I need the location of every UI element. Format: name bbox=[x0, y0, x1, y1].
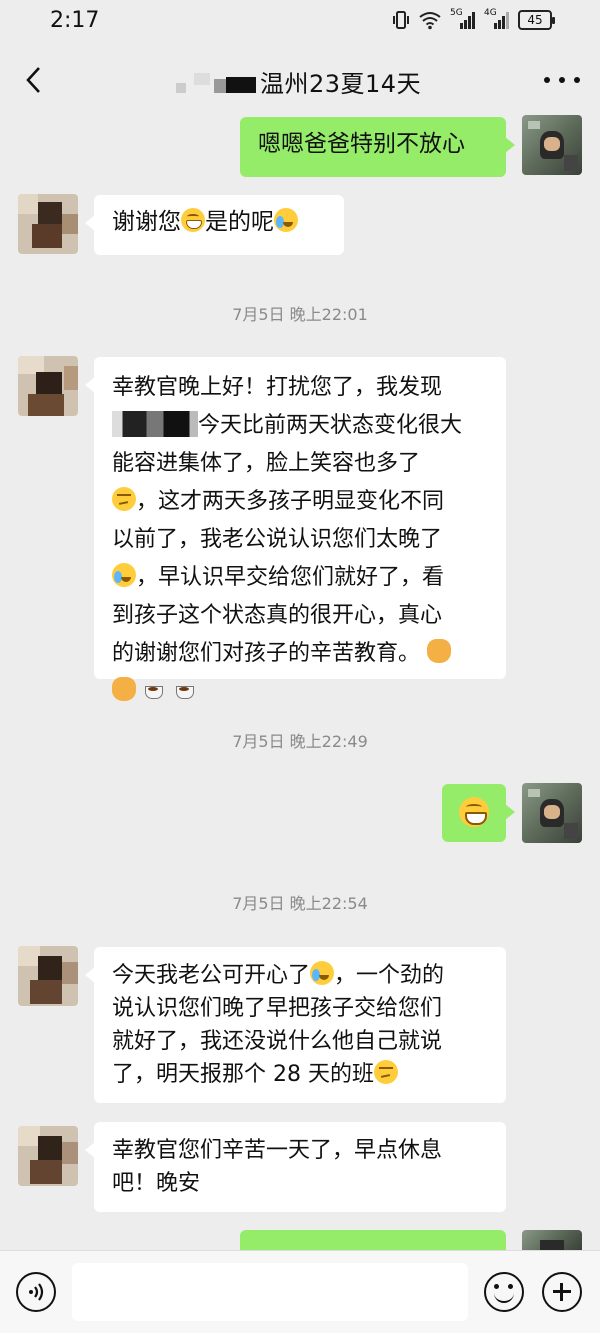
status-bar: 2:17 5G 4G 45 bbox=[0, 0, 600, 44]
message-line: 今天比前两天状态变化很大 bbox=[198, 413, 463, 438]
chat-header: 温州23夏14天 bbox=[0, 46, 600, 114]
contact-avatar[interactable] bbox=[18, 356, 78, 416]
message-bubble-theirs[interactable]: 今天我老公可开心了 ，一个劲的 说认识您们晚了早把孩子交给您们 就好了，我还没说什… bbox=[85, 947, 506, 1103]
message-line: 能容进集体了，脸上笑容也多了 bbox=[112, 451, 421, 476]
cry-emoji-icon bbox=[310, 961, 335, 985]
my-avatar[interactable] bbox=[522, 115, 582, 175]
handshake-emoji-icon bbox=[112, 677, 136, 701]
input-bar bbox=[0, 1250, 600, 1333]
message-line: 到孩子这个状态真的很开心，真心 bbox=[112, 603, 443, 628]
contact-avatar[interactable] bbox=[18, 946, 78, 1006]
handshake-emoji-icon bbox=[427, 639, 452, 663]
message-line: 就好了，我还没说什么他自己就说 bbox=[112, 1029, 443, 1054]
message-line: 今天我老公可开心了 bbox=[112, 963, 311, 988]
contact-avatar[interactable] bbox=[18, 194, 78, 254]
message-line: 幸教官您们辛苦一天了，早点休息 bbox=[112, 1138, 443, 1163]
grin-emoji-icon bbox=[459, 797, 489, 827]
message-text: 嗯嗯爸爸特别不放心 bbox=[258, 131, 465, 157]
message-line: 了，明天报那个 28 天的班 bbox=[112, 1062, 374, 1087]
message-bubble-mine[interactable]: 嗯嗯爸爸特别不放心 bbox=[240, 117, 515, 177]
message-text-a: 谢谢您 bbox=[112, 209, 181, 235]
more-functions-button[interactable] bbox=[542, 1272, 582, 1312]
message-line: 说认识您们晚了早把孩子交给您们 bbox=[112, 996, 443, 1021]
message-line: 的谢谢您们对孩子的辛苦教育。 bbox=[112, 641, 421, 666]
message-line: 吧！晚安 bbox=[112, 1171, 201, 1196]
more-dots-icon bbox=[544, 77, 550, 83]
back-button[interactable] bbox=[14, 60, 54, 100]
contact-avatar[interactable] bbox=[18, 1126, 78, 1186]
timestamp: 7月5日 晚上22:54 bbox=[232, 894, 368, 913]
emoji-button[interactable] bbox=[484, 1272, 524, 1312]
voice-button[interactable] bbox=[16, 1272, 56, 1312]
chat-screen: 2:17 5G 4G 45 温州23夏14天 嗯嗯爸爸特别不放心 谢谢您 是的呢… bbox=[0, 0, 600, 1333]
chat-title-wrap: 温州23夏14天 bbox=[170, 64, 421, 99]
message-line: 以前了，我老公说认识您们太晚了 bbox=[112, 527, 443, 552]
message-bubble-theirs[interactable]: 谢谢您 是的呢 bbox=[85, 195, 344, 255]
grin-emoji-icon bbox=[181, 208, 205, 232]
more-options-button[interactable] bbox=[544, 70, 580, 90]
thinking-emoji-icon bbox=[112, 487, 136, 511]
voice-icon bbox=[29, 1283, 44, 1301]
signal-5g-icon: 5G bbox=[450, 8, 476, 30]
redacted-name bbox=[170, 69, 258, 95]
status-time: 2:17 bbox=[50, 8, 100, 33]
signal-4g-icon: 4G bbox=[484, 8, 510, 30]
chevron-left-icon bbox=[26, 67, 40, 93]
redacted-name bbox=[112, 411, 198, 437]
wifi-icon bbox=[419, 12, 441, 30]
message-bubble-mine-partial[interactable] bbox=[240, 1230, 506, 1250]
my-avatar[interactable] bbox=[522, 1230, 582, 1250]
thinking-emoji-icon bbox=[373, 1060, 398, 1084]
battery-icon: 45 bbox=[518, 10, 555, 30]
message-line: ，早认识早交给您们就好了，看 bbox=[136, 565, 445, 590]
message-bubble-mine[interactable] bbox=[442, 784, 515, 842]
message-line: ，一个劲的 bbox=[334, 963, 445, 988]
timestamp: 7月5日 晚上22:01 bbox=[232, 305, 368, 324]
timestamp: 7月5日 晚上22:49 bbox=[232, 732, 368, 751]
message-line: 幸教官晚上好！打扰您了，我发现 bbox=[112, 375, 443, 400]
chat-title: 温州23夏14天 bbox=[260, 70, 422, 98]
my-avatar[interactable] bbox=[522, 783, 582, 843]
cry-emoji-icon bbox=[112, 563, 136, 587]
message-input[interactable] bbox=[72, 1263, 468, 1321]
tea-emoji-icon bbox=[143, 677, 167, 701]
message-bubble-theirs[interactable]: 幸教官晚上好！打扰您了，我发现 今天比前两天状态变化很大 能容进集体了，脸上笑容… bbox=[85, 357, 506, 701]
vibrate-icon bbox=[393, 11, 409, 29]
cry-emoji-icon bbox=[274, 208, 298, 232]
status-icons: 5G 4G 45 bbox=[392, 8, 555, 30]
message-line: ，这才两天多孩子明显变化不同 bbox=[136, 489, 445, 514]
message-text-b: 是的呢 bbox=[205, 209, 274, 235]
tea-emoji-icon bbox=[174, 677, 198, 701]
message-bubble-theirs[interactable]: 幸教官您们辛苦一天了，早点休息 吧！晚安 bbox=[85, 1122, 506, 1212]
